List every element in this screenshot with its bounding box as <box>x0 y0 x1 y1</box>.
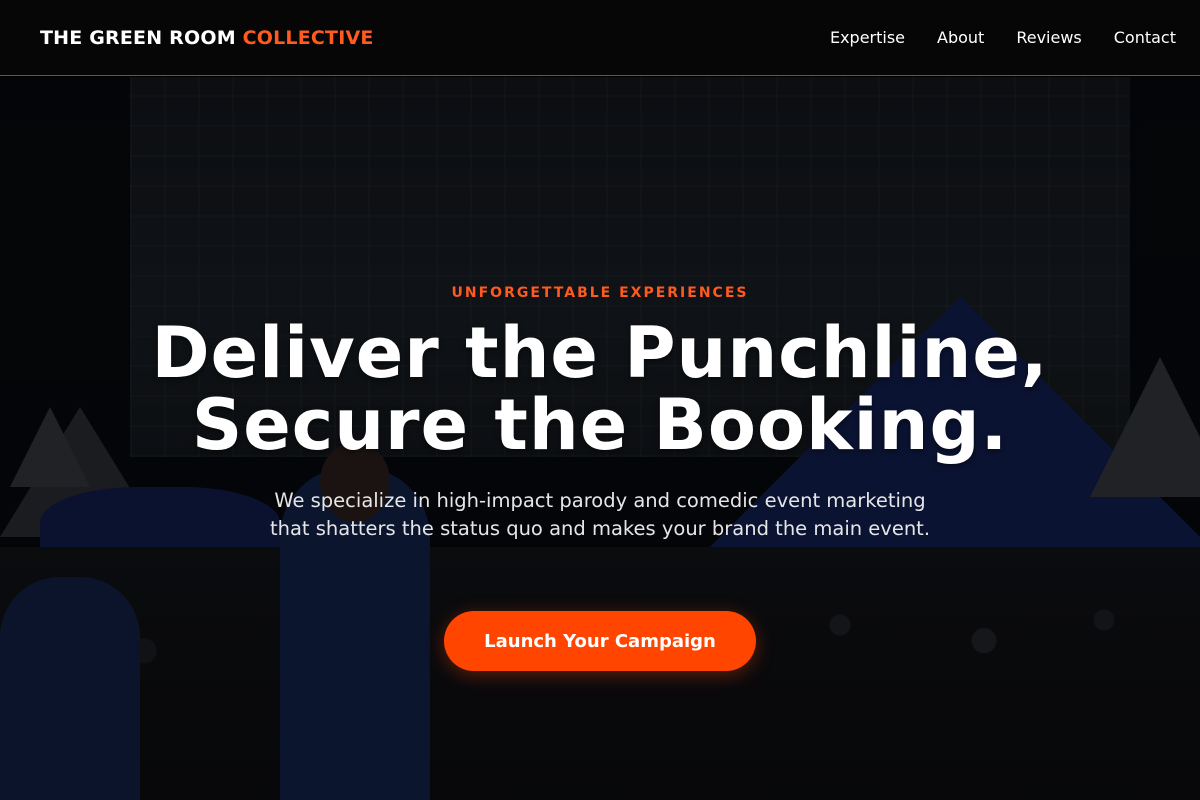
hero-subtext: We specialize in high-impact parody and … <box>269 489 931 540</box>
launch-campaign-button[interactable]: Launch Your Campaign <box>444 611 756 671</box>
nav-link-about[interactable]: About <box>937 28 984 47</box>
site-header: THE GREEN ROOM COLLECTIVE Expertise Abou… <box>0 0 1200 76</box>
site-logo[interactable]: THE GREEN ROOM COLLECTIVE <box>40 27 374 49</box>
logo-text: THE GREEN ROOM <box>40 26 243 49</box>
hero-headline-line2: Secure the Booking. <box>191 384 1009 466</box>
nav-link-expertise[interactable]: Expertise <box>830 28 905 47</box>
hero-content: UNFORGETTABLE EXPERIENCES Deliver the Pu… <box>0 77 1200 800</box>
nav-link-contact[interactable]: Contact <box>1114 28 1176 47</box>
hero-headline: Deliver the Punchline, Secure the Bookin… <box>0 317 1200 461</box>
hero-headline-line1: Deliver the Punchline, <box>151 312 1049 394</box>
logo-accent-text: COLLECTIVE <box>242 26 374 49</box>
main-nav: Expertise About Reviews Contact <box>830 28 1176 47</box>
hero-eyebrow: UNFORGETTABLE EXPERIENCES <box>451 285 749 301</box>
hero-section: UNFORGETTABLE EXPERIENCES Deliver the Pu… <box>0 77 1200 800</box>
nav-link-reviews[interactable]: Reviews <box>1016 28 1081 47</box>
